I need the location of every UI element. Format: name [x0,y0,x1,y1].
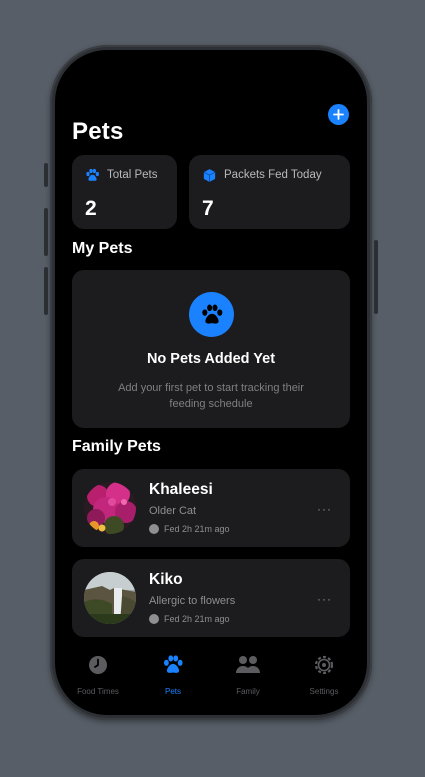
tab-label: Settings [309,687,339,696]
my-pets-heading: My Pets [72,240,133,257]
mute-switch [44,163,48,187]
pet-card-kiko[interactable]: Kiko Allergic to flowers Fed 2h 21m ago … [72,559,350,637]
more-options-button[interactable]: ··· [317,592,332,606]
pet-fed-time: Fed 2h 21m ago [164,614,230,624]
empty-state-badge [189,292,234,337]
more-options-button[interactable]: ··· [317,502,332,516]
tab-settings[interactable]: Settings [285,648,363,696]
pet-card-khaleesi[interactable]: Khaleesi Older Cat Fed 2h 21m ago ··· [72,469,350,547]
volume-up-button [44,208,48,256]
packets-fed-card: Packets Fed Today 7 [189,155,350,229]
page-title: Pets [72,118,124,145]
pet-fed-time: Fed 2h 21m ago [164,524,230,534]
family-pets-heading: Family Pets [72,438,161,455]
paw-icon [86,168,100,181]
stat-value: 7 [202,197,214,220]
paw-icon [201,304,222,324]
my-pets-empty-state: No Pets Added Yet Add your first pet to … [72,270,350,428]
tab-label: Food Times [77,687,119,696]
plus-icon [333,109,344,120]
volume-down-button [44,267,48,315]
gear-icon [314,655,334,675]
tab-label: Family [236,687,260,696]
empty-state-title: No Pets Added Yet [146,351,276,367]
power-button [374,240,378,314]
tab-food-times[interactable]: Food Times [59,648,137,696]
clock-icon [149,524,159,534]
pet-description: Older Cat [149,505,197,517]
tab-pets[interactable]: Pets [134,648,212,696]
tab-bar: Food Times Pets Family Settings [55,648,367,698]
total-pets-card: Total Pets 2 [72,155,177,229]
tab-family[interactable]: Family [209,648,287,696]
clock-icon [149,614,159,624]
add-pet-button[interactable] [328,104,349,125]
stat-label: Packets Fed Today [224,169,322,181]
tab-label: Pets [164,687,181,696]
pet-avatar [84,482,136,534]
app-screen: Pets Total Pets 2 Packets Fed Today 7 My… [55,50,367,715]
stat-label: Total Pets [107,169,158,181]
empty-state-description: Add your first pet to start tracking the… [118,382,304,410]
pet-description: Allergic to flowers [149,595,236,607]
clock-icon [89,656,107,674]
pet-avatar [84,572,136,624]
paw-icon [163,655,183,673]
people-icon [236,656,260,673]
pet-name: Khaleesi [149,481,213,498]
cube-icon [203,169,216,182]
pet-name: Kiko [149,571,183,588]
stat-value: 2 [85,197,97,220]
